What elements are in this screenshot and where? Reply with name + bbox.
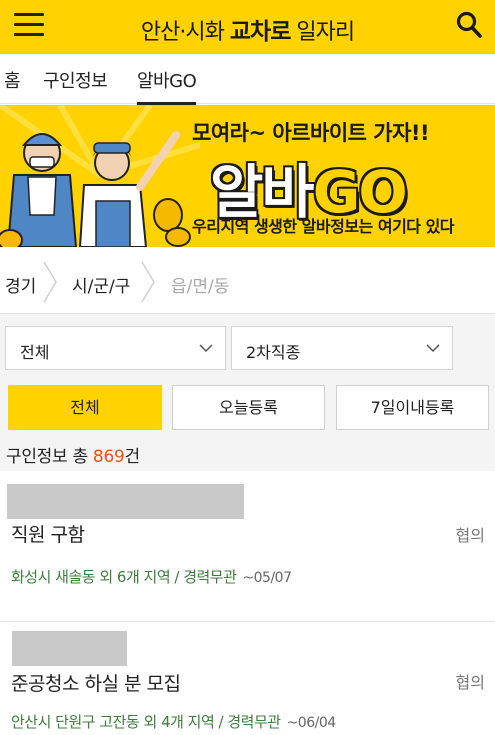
job-type-select[interactable]: 2차직종 <box>231 326 453 370</box>
banner-subline: 우리지역 생생한 알바정보는 여기다 있다 <box>192 217 455 236</box>
app-title-prefix: 안산·시화 <box>140 20 230 45</box>
app-title-suffix: 일자리 <box>290 20 355 45</box>
job-title: 준공청소 하실 분 모집 <box>11 673 181 695</box>
job-type-select-value: 2차직종 <box>246 343 301 362</box>
company-name-redacted <box>7 484 244 519</box>
filter-7days-button[interactable]: 7일이내등록 <box>336 385 489 430</box>
job-deadline: ~06/04 <box>286 715 337 731</box>
filter-all-button[interactable]: 전체 <box>8 385 162 430</box>
chevron-right-icon <box>141 261 155 303</box>
banner-headline: 모여라~ 아르바이트 가자!! <box>192 121 430 145</box>
job-meta: 안산시 단원구 고잔동 외 4개 지역 / 경력무관 ~06/04 <box>11 711 336 732</box>
job-location: 안산시 단원구 고잔동 외 4개 지역 / 경력무관 <box>11 713 281 731</box>
job-list-item[interactable]: 직원 구함 협의 화성시 새솔동 외 6개 지역 / 경력무관 ~05/07 <box>0 472 495 622</box>
job-pay: 협의 <box>455 526 485 545</box>
tab-job-info[interactable]: 구인정보 <box>43 67 108 93</box>
company-name-redacted <box>12 631 127 666</box>
tab-alba-go[interactable]: 알바GO <box>137 67 197 105</box>
total-count-suffix: 건 <box>124 447 140 467</box>
total-count: 구인정보 총 869건 <box>6 442 140 467</box>
tab-home[interactable]: 홈 <box>4 67 21 93</box>
region-province[interactable]: 경기 <box>5 272 36 297</box>
banner-illustration <box>0 105 200 247</box>
job-meta: 화성시 새솔동 외 6개 지역 / 경력무관 ~05/07 <box>11 566 292 587</box>
region-town[interactable]: 읍/면/동 <box>171 272 229 297</box>
promo-banner[interactable]: 모여라~ 아르바이트 가자!! 알바GO 우리지역 생생한 알바정보는 여기다 … <box>0 105 495 247</box>
job-title: 직원 구함 <box>11 524 85 546</box>
total-count-number: 869 <box>92 447 125 467</box>
chevron-down-icon <box>199 344 213 353</box>
region-city[interactable]: 시/군/구 <box>72 272 130 297</box>
tab-bar: 홈 구인정보 알바GO <box>0 54 495 105</box>
filter-today-button[interactable]: 오늘등록 <box>172 385 325 430</box>
category-select[interactable]: 전체 <box>5 326 226 370</box>
chevron-right-icon <box>43 261 57 303</box>
app-header: 안산·시화 교차로 일자리 <box>0 0 495 54</box>
search-icon[interactable] <box>455 10 483 40</box>
job-pay: 협의 <box>455 673 485 692</box>
job-list-item[interactable]: 준공청소 하실 분 모집 협의 안산시 단원구 고잔동 외 4개 지역 / 경력… <box>0 623 495 735</box>
app-title-brand: 교차로 <box>229 19 291 45</box>
job-location: 화성시 새솔동 외 6개 지역 / 경력무관 <box>11 568 237 586</box>
region-breadcrumb: 경기 시/군/구 읍/면/동 <box>0 250 495 314</box>
total-count-prefix: 구인정보 총 <box>6 447 93 467</box>
category-select-value: 전체 <box>20 343 50 362</box>
job-deadline: ~05/07 <box>242 570 292 586</box>
chevron-down-icon <box>426 344 440 353</box>
app-title[interactable]: 안산·시화 교차로 일자리 <box>0 12 495 46</box>
